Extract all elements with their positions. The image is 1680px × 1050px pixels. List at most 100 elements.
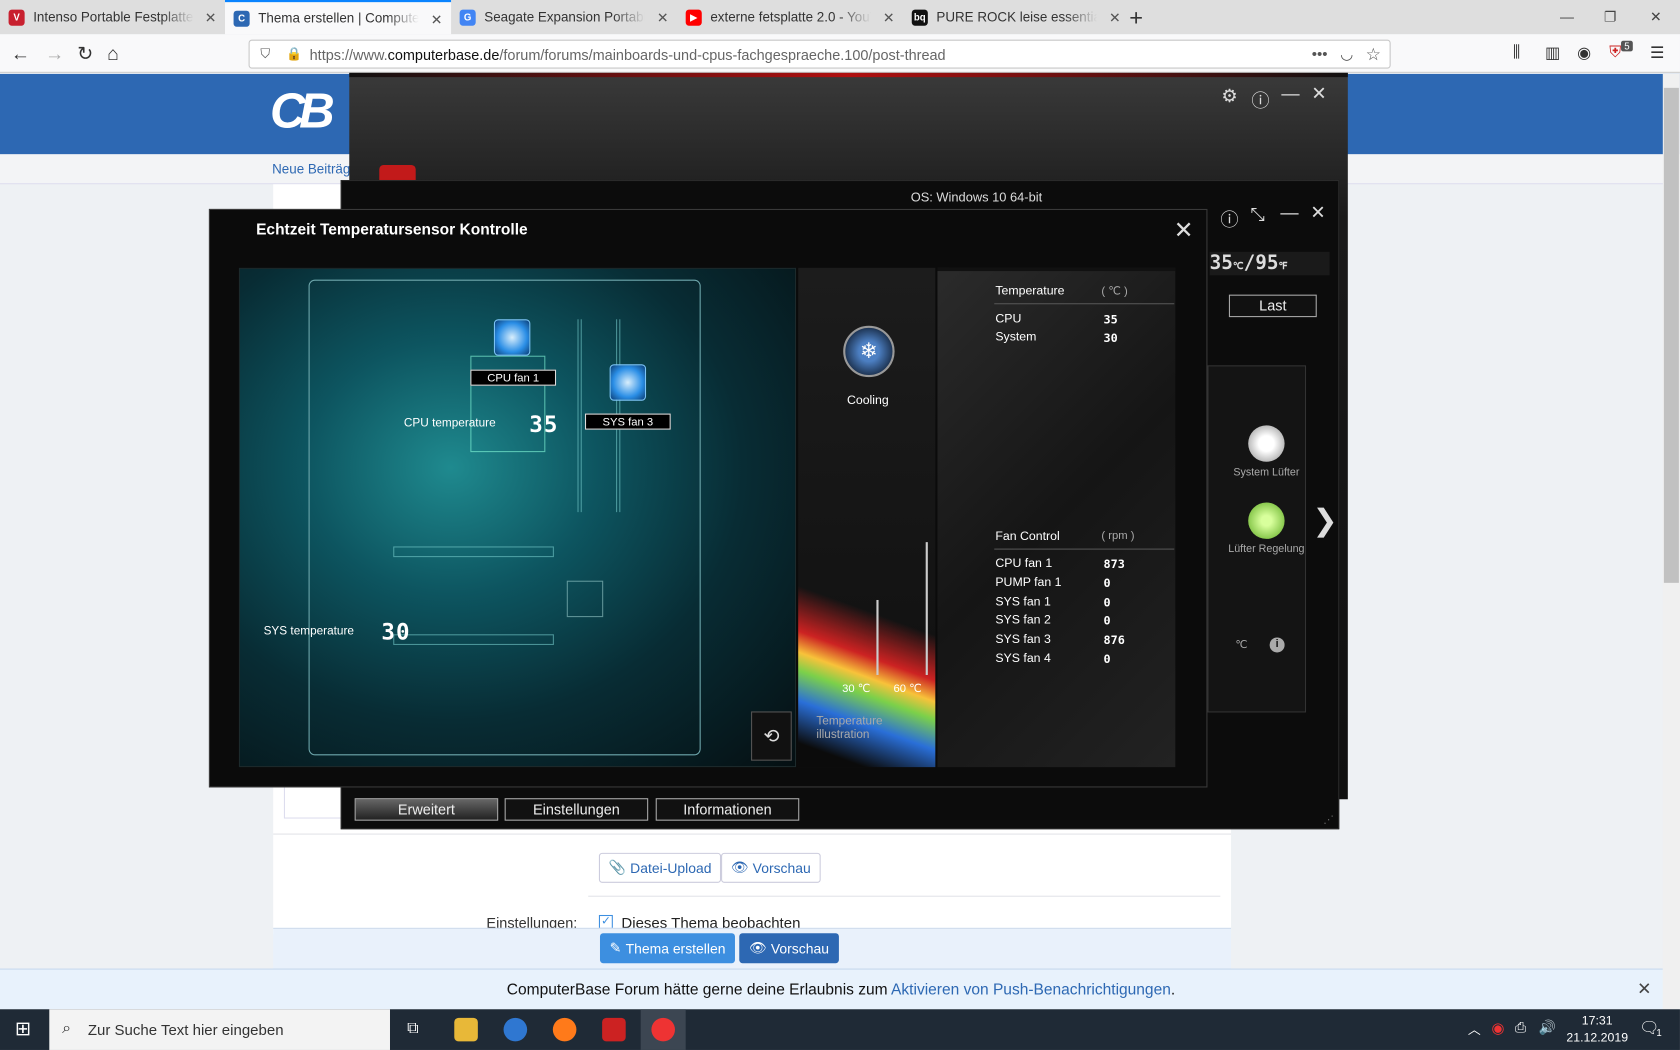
- back-button[interactable]: ←: [11, 43, 30, 65]
- restore-window-button[interactable]: ❐: [1604, 9, 1616, 26]
- cpu-fan-icon[interactable]: [493, 319, 531, 356]
- minimize-window-button[interactable]: —: [1560, 9, 1574, 25]
- unit-label: ℃: [1235, 639, 1248, 652]
- scrollbar-thumb[interactable]: [1663, 87, 1679, 583]
- home-button[interactable]: ⌂: [107, 43, 119, 65]
- browser-tab[interactable]: V Intenso Portable Festplatte Mem ✕: [0, 0, 225, 34]
- reload-button[interactable]: ↻: [77, 43, 93, 65]
- thunderbird-icon[interactable]: [503, 1017, 528, 1042]
- system-fan-label: System Lüfter: [1233, 467, 1300, 479]
- close-icon[interactable]: ✕: [1310, 202, 1325, 223]
- divider: [588, 895, 1221, 897]
- fan-rpm-value: 0: [1103, 614, 1111, 629]
- search-icon: ⌕: [62, 1018, 72, 1038]
- page-actions-icon[interactable]: •••: [1312, 45, 1328, 62]
- temp-name: CPU: [995, 312, 1022, 326]
- msi-tray-icon[interactable]: ◉: [1491, 1019, 1504, 1037]
- tab-title: externe fetsplatte 2.0 - YouTube: [710, 9, 871, 25]
- task-view-icon[interactable]: ⧉: [407, 1019, 418, 1037]
- tab-erweitert[interactable]: Erweitert: [354, 798, 499, 821]
- msi-app-icon[interactable]: [651, 1017, 675, 1042]
- tab-favicon-icon: C: [233, 10, 250, 27]
- gear-icon[interactable]: ⚙: [1221, 86, 1237, 107]
- tab-title: PURE ROCK leise essential Lüftu: [936, 9, 1097, 25]
- menu-icon[interactable]: ☰: [1650, 43, 1664, 62]
- new-tab-button[interactable]: +: [1129, 4, 1143, 32]
- rotate-view-icon[interactable]: ⟲: [751, 711, 792, 761]
- show-hidden-icons[interactable]: ︿: [1468, 1020, 1481, 1038]
- close-window-button[interactable]: ✕: [1650, 9, 1662, 26]
- close-tab-icon[interactable]: ✕: [657, 10, 669, 27]
- file-upload-button[interactable]: 📎 Datei-Upload: [598, 852, 722, 883]
- fan-name: SYS fan 2: [995, 614, 1051, 628]
- msi-dragon-icon[interactable]: [602, 1017, 626, 1042]
- cooling-label: Cooling: [846, 394, 889, 408]
- cooling-mode-icon[interactable]: ❄: [843, 325, 895, 378]
- temp-name: System: [995, 331, 1037, 344]
- nav-new-posts-link[interactable]: Neue Beiträg: [272, 162, 350, 177]
- shield-icon: ⛉: [260, 46, 271, 62]
- address-bar[interactable]: ⛉ 🔒 https://www.computerbase.de/forum/fo…: [248, 39, 1391, 69]
- info-icon[interactable]: ⓘ: [1251, 86, 1269, 113]
- fan-control-icon[interactable]: [1248, 502, 1285, 539]
- last-button[interactable]: Last: [1228, 294, 1317, 318]
- bookmark-star-icon[interactable]: ☆: [1366, 44, 1381, 65]
- next-arrow-icon[interactable]: ❯: [1312, 502, 1337, 537]
- computerbase-logo[interactable]: CB: [270, 81, 351, 150]
- ublock-icon[interactable]: ⛨: [1609, 43, 1621, 61]
- close-tab-icon[interactable]: ✕: [883, 10, 895, 27]
- library-icon[interactable]: ⫼: [1513, 43, 1520, 61]
- close-icon[interactable]: ✕: [1311, 84, 1326, 105]
- browser-tab[interactable]: C Thema erstellen | ComputerBase ✕: [224, 0, 452, 35]
- close-tab-icon[interactable]: ✕: [431, 12, 443, 29]
- tab-title: Seagate Expansion Portable [ST: [484, 9, 645, 25]
- taskbar-search-input[interactable]: ⌕ Zur Suche Text hier eingeben: [49, 1009, 390, 1050]
- browser-tab[interactable]: ▶ externe fetsplatte 2.0 - YouTube ✕: [677, 0, 903, 34]
- taskbar-clock[interactable]: 17:31 21.12.2019: [1566, 1012, 1628, 1046]
- network-icon[interactable]: ⎙: [1515, 1019, 1526, 1036]
- dialog-title: Echtzeit Temperatursensor Kontrolle: [256, 221, 528, 239]
- pocket-icon[interactable]: ◡: [1340, 45, 1353, 63]
- close-tab-icon[interactable]: ✕: [1109, 10, 1121, 27]
- create-thread-button[interactable]: ✎ Thema erstellen: [599, 933, 736, 964]
- push-notification-text: ComputerBase Forum hätte gerne deine Erl…: [506, 981, 1176, 999]
- tab-informationen[interactable]: Informationen: [655, 798, 800, 821]
- info-icon[interactable]: ⓘ: [1220, 205, 1238, 232]
- system-fan-icon[interactable]: [1248, 425, 1285, 462]
- tab-einstellungen[interactable]: Einstellungen: [504, 798, 649, 821]
- resize-grip[interactable]: ⋰: [1323, 814, 1334, 826]
- firefox-icon[interactable]: [552, 1017, 577, 1042]
- close-dialog-button[interactable]: ✕: [1174, 216, 1194, 244]
- file-explorer-icon[interactable]: [454, 1017, 478, 1042]
- cpu-fan-label: CPU fan 1: [470, 369, 557, 386]
- watch-checkbox[interactable]: ✓: [598, 914, 613, 929]
- sys-temperature-label: SYS temperature: [263, 624, 354, 638]
- preview-submit-button[interactable]: 👁 Vorschau: [739, 933, 839, 964]
- info-icon[interactable]: i: [1269, 637, 1285, 653]
- enable-push-link[interactable]: Aktivieren von Push-Benachrichtigungen: [891, 981, 1171, 998]
- browser-tab[interactable]: G Seagate Expansion Portable [ST ✕: [451, 0, 677, 34]
- temperature-illustration-label: Temperature illustration: [816, 714, 883, 742]
- fan-rpm-value: 876: [1103, 633, 1125, 648]
- sys-temperature-value: 30: [381, 619, 411, 645]
- preview-button[interactable]: 👁 Vorschau: [721, 852, 821, 883]
- volume-icon[interactable]: 🔊: [1539, 1019, 1556, 1036]
- sidebar-icon[interactable]: ▥: [1545, 43, 1560, 62]
- minimize-icon[interactable]: —: [1281, 84, 1299, 105]
- pcie-slot: [393, 634, 554, 645]
- tab-favicon-icon: bq: [911, 9, 928, 26]
- forward-button[interactable]: →: [45, 43, 64, 65]
- account-icon[interactable]: ◉: [1577, 43, 1591, 62]
- gauge-high-label: 60 ℃: [893, 682, 922, 696]
- mini-mode-icon[interactable]: ⤡: [1250, 205, 1265, 226]
- chipset: [566, 580, 604, 618]
- temperature-unit: ( ℃ ): [1101, 284, 1128, 298]
- sys-fan-icon[interactable]: [609, 364, 647, 401]
- close-tab-icon[interactable]: ✕: [205, 10, 217, 27]
- fan-rpm-value: 0: [1103, 595, 1111, 610]
- browser-tab[interactable]: bq PURE ROCK leise essential Lüftu ✕: [903, 0, 1129, 34]
- close-notification-button[interactable]: ✕: [1637, 978, 1651, 999]
- cpu-temperature-label: CPU temperature: [403, 416, 496, 430]
- minimize-icon[interactable]: —: [1280, 202, 1298, 223]
- windows-start-icon[interactable]: ⊞: [15, 1018, 31, 1040]
